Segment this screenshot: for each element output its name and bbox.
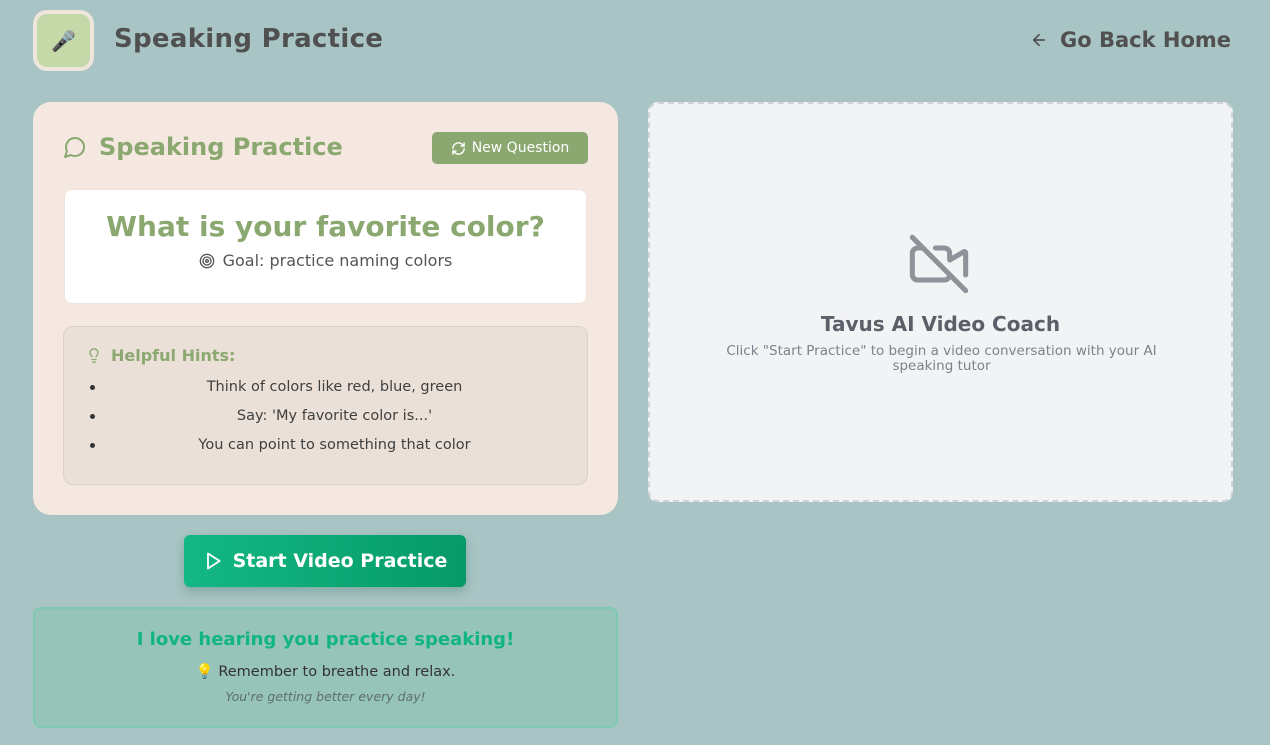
hints-header: Helpful Hints: (86, 346, 235, 365)
encouragement-title: I love hearing you practice speaking! (136, 629, 515, 650)
question-text: What is your favorite color? (106, 210, 545, 243)
encouragement-box: I love hearing you practice speaking! 💡 … (33, 607, 618, 728)
refresh-icon (451, 141, 465, 155)
arrow-left-icon (1032, 33, 1046, 47)
go-back-home-label: Go Back Home (1060, 28, 1232, 52)
encouragement-subtext: You're getting better every day! (225, 689, 426, 704)
lightbulb-icon (89, 348, 99, 363)
microphone-icon: 🎤 (51, 28, 76, 53)
go-back-home-link[interactable]: Go Back Home (1030, 28, 1231, 52)
practice-card: Speaking Practice New Question What is y… (33, 102, 618, 515)
card-title: Speaking Practice (99, 133, 343, 161)
hints-title: Helpful Hints: (111, 346, 236, 365)
target-icon (199, 253, 214, 268)
video-coach-description: Click "Start Practice" to begin a video … (726, 343, 1157, 374)
hints-list: Think of colors like red, blue, green Sa… (64, 377, 587, 464)
hint-item: Say: 'My favorite color is...' (64, 406, 587, 435)
video-coach-panel: Tavus AI Video Coach Click "Start Practi… (648, 102, 1233, 502)
start-video-practice-button[interactable]: Start Video Practice (184, 535, 466, 587)
goal-line: Goal: practice naming colors (65, 251, 586, 270)
hints-box: Helpful Hints: Think of colors like red,… (63, 326, 588, 485)
new-question-label: New Question (471, 140, 570, 156)
encouragement-tip: 💡 Remember to breathe and relax. (35, 663, 616, 680)
chat-bubble-icon (64, 137, 85, 158)
page-title: Speaking Practice (114, 24, 384, 54)
lightbulb-icon: 💡 (195, 664, 214, 680)
play-icon (206, 552, 221, 570)
hint-item: You can point to something that color (64, 435, 587, 464)
encouragement-tip-text: Remember to breathe and relax. (218, 664, 456, 680)
card-header: Speaking Practice (63, 133, 343, 161)
goal-text: Goal: practice naming colors (222, 251, 453, 270)
new-question-button[interactable]: New Question (432, 132, 588, 164)
app-logo: 🎤 (33, 10, 94, 71)
start-video-practice-label: Start Video Practice (232, 550, 448, 572)
video-off-icon (909, 234, 969, 294)
question-box: What is your favorite color? Goal: pract… (64, 189, 587, 304)
video-coach-title: Tavus AI Video Coach (820, 312, 1061, 336)
hint-item: Think of colors like red, blue, green (64, 377, 587, 406)
